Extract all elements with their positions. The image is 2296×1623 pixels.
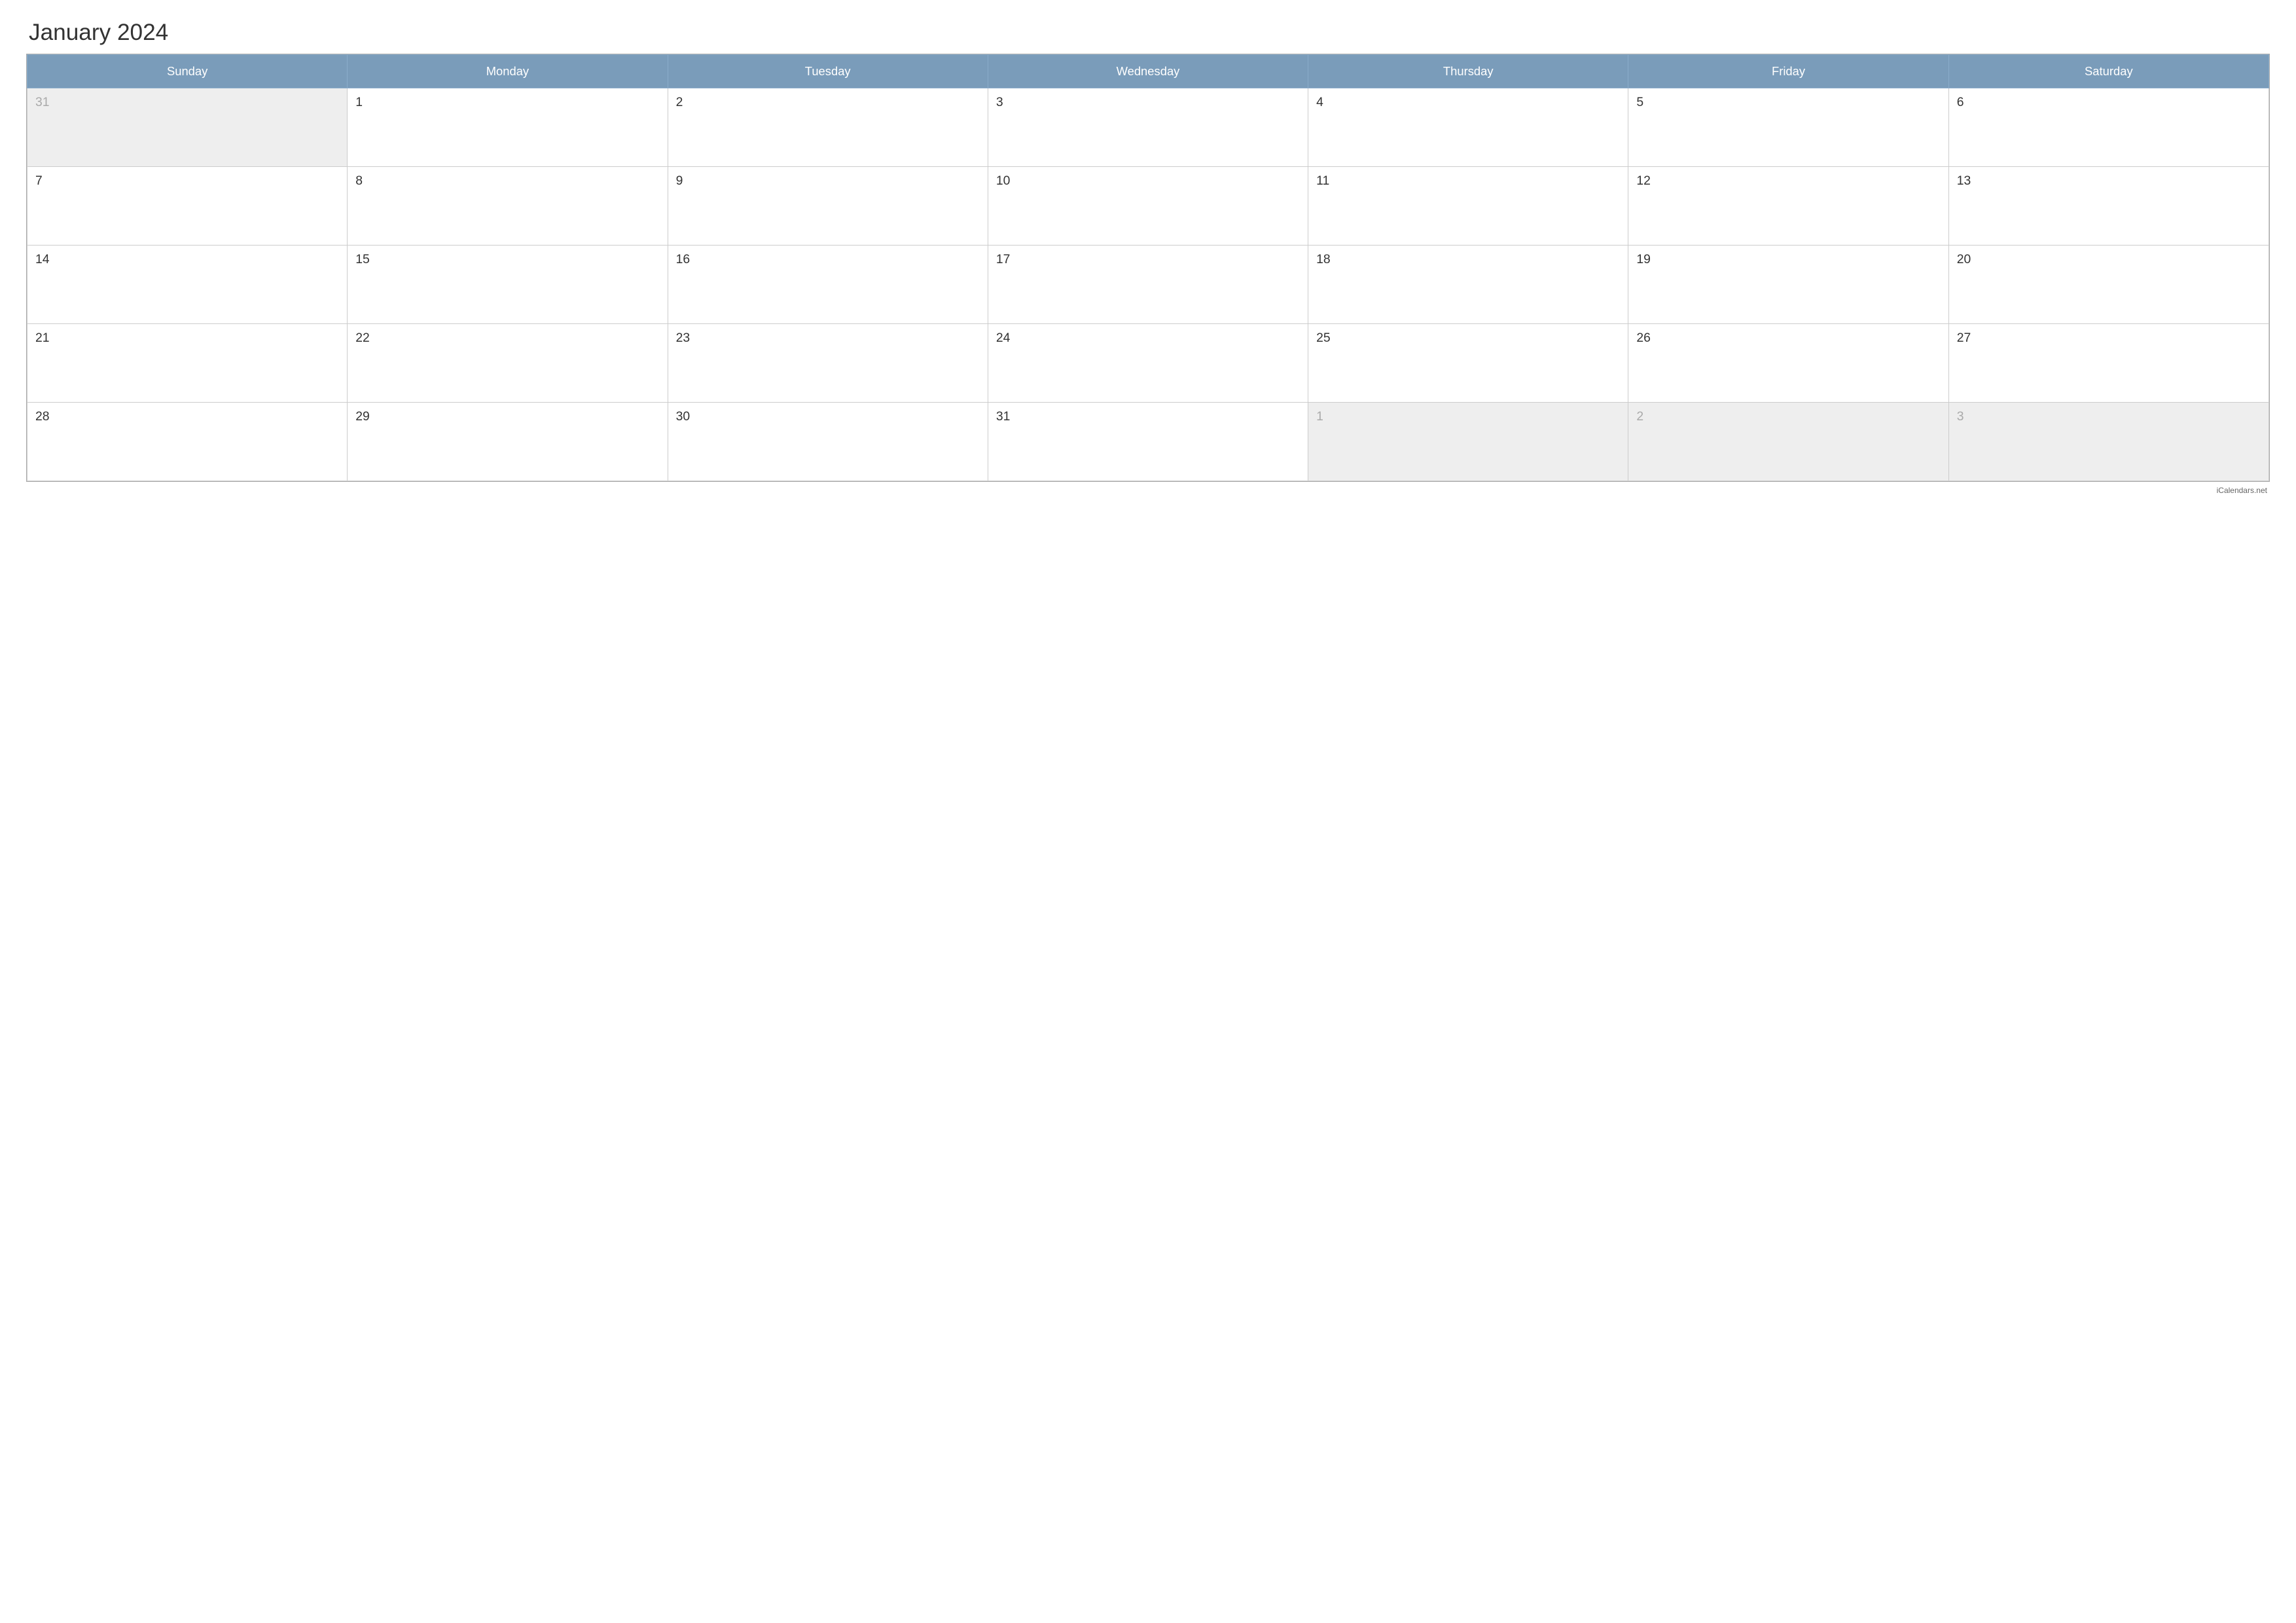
calendar-day-cell: 4 — [1308, 88, 1628, 167]
weekday-header-wednesday: Wednesday — [988, 55, 1308, 88]
day-number: 17 — [996, 252, 1011, 266]
day-number: 15 — [355, 252, 370, 266]
calendar-header: SundayMondayTuesdayWednesdayThursdayFrid… — [27, 55, 2269, 88]
day-number: 7 — [35, 173, 43, 188]
day-number: 31 — [35, 95, 50, 109]
day-number: 2 — [676, 95, 683, 109]
day-number: 5 — [1636, 95, 1643, 109]
calendar-day-cell: 6 — [1948, 88, 2269, 167]
calendar-day-cell: 1 — [1308, 403, 1628, 481]
footer-attribution: iCalendars.net — [26, 486, 2270, 495]
calendar-day-cell: 3 — [1948, 403, 2269, 481]
weekday-header-tuesday: Tuesday — [668, 55, 988, 88]
calendar-day-cell: 12 — [1628, 167, 1948, 246]
day-number: 13 — [1957, 173, 1971, 188]
calendar-week-row: 28 29 30 31 1 2 3 — [27, 403, 2269, 481]
calendar-week-row: 21 22 23 24 25 26 27 — [27, 324, 2269, 403]
day-number: 30 — [676, 409, 691, 424]
weekday-header-monday: Monday — [348, 55, 668, 88]
calendar-day-cell: 28 — [27, 403, 348, 481]
weekday-header-thursday: Thursday — [1308, 55, 1628, 88]
calendar-day-cell: 25 — [1308, 324, 1628, 403]
day-number: 18 — [1316, 252, 1331, 266]
day-number: 3 — [996, 95, 1003, 109]
calendar-day-cell: 27 — [1948, 324, 2269, 403]
calendar-day-cell: 16 — [668, 246, 988, 324]
calendar-day-cell: 7 — [27, 167, 348, 246]
calendar-day-cell: 8 — [348, 167, 668, 246]
calendar-day-cell: 24 — [988, 324, 1308, 403]
day-number: 9 — [676, 173, 683, 188]
page-title: January 2024 — [26, 20, 2270, 46]
calendar-day-cell: 3 — [988, 88, 1308, 167]
day-number: 31 — [996, 409, 1011, 424]
calendar-day-cell: 13 — [1948, 167, 2269, 246]
calendar-day-cell: 17 — [988, 246, 1308, 324]
day-number: 4 — [1316, 95, 1323, 109]
calendar-table: SundayMondayTuesdayWednesdayThursdayFrid… — [27, 54, 2269, 481]
weekday-header-row: SundayMondayTuesdayWednesdayThursdayFrid… — [27, 55, 2269, 88]
day-number: 11 — [1316, 173, 1329, 188]
calendar-day-cell: 15 — [348, 246, 668, 324]
calendar-day-cell: 31 — [988, 403, 1308, 481]
day-number: 3 — [1957, 409, 1964, 424]
calendar-week-row: 14 15 16 17 18 19 20 — [27, 246, 2269, 324]
day-number: 21 — [35, 331, 50, 345]
calendar-day-cell: 21 — [27, 324, 348, 403]
day-number: 25 — [1316, 331, 1331, 345]
calendar-day-cell: 2 — [668, 88, 988, 167]
calendar-day-cell: 10 — [988, 167, 1308, 246]
calendar-body: 3112345678910111213141516171819202122232… — [27, 88, 2269, 481]
day-number: 27 — [1957, 331, 1971, 345]
calendar-day-cell: 14 — [27, 246, 348, 324]
day-number: 1 — [1316, 409, 1323, 424]
day-number: 23 — [676, 331, 691, 345]
day-number: 19 — [1636, 252, 1651, 266]
weekday-header-friday: Friday — [1628, 55, 1948, 88]
day-number: 1 — [355, 95, 363, 109]
calendar-day-cell: 1 — [348, 88, 668, 167]
day-number: 10 — [996, 173, 1011, 188]
calendar-day-cell: 22 — [348, 324, 668, 403]
day-number: 12 — [1636, 173, 1651, 188]
calendar-day-cell: 26 — [1628, 324, 1948, 403]
day-number: 20 — [1957, 252, 1971, 266]
calendar-day-cell: 30 — [668, 403, 988, 481]
calendar-day-cell: 20 — [1948, 246, 2269, 324]
calendar-day-cell: 9 — [668, 167, 988, 246]
day-number: 22 — [355, 331, 370, 345]
day-number: 24 — [996, 331, 1011, 345]
day-number: 16 — [676, 252, 691, 266]
calendar-container: SundayMondayTuesdayWednesdayThursdayFrid… — [26, 54, 2270, 482]
weekday-header-sunday: Sunday — [27, 55, 348, 88]
day-number: 29 — [355, 409, 370, 424]
calendar-day-cell: 11 — [1308, 167, 1628, 246]
calendar-week-row: 31 1 2 3 4 5 6 — [27, 88, 2269, 167]
calendar-day-cell: 31 — [27, 88, 348, 167]
day-number: 14 — [35, 252, 50, 266]
calendar-day-cell: 18 — [1308, 246, 1628, 324]
calendar-day-cell: 5 — [1628, 88, 1948, 167]
day-number: 8 — [355, 173, 363, 188]
calendar-week-row: 7 8 9 10 11 12 13 — [27, 167, 2269, 246]
day-number: 2 — [1636, 409, 1643, 424]
calendar-day-cell: 2 — [1628, 403, 1948, 481]
calendar-day-cell: 23 — [668, 324, 988, 403]
calendar-day-cell: 29 — [348, 403, 668, 481]
weekday-header-saturday: Saturday — [1948, 55, 2269, 88]
day-number: 26 — [1636, 331, 1651, 345]
day-number: 28 — [35, 409, 50, 424]
day-number: 6 — [1957, 95, 1964, 109]
calendar-day-cell: 19 — [1628, 246, 1948, 324]
